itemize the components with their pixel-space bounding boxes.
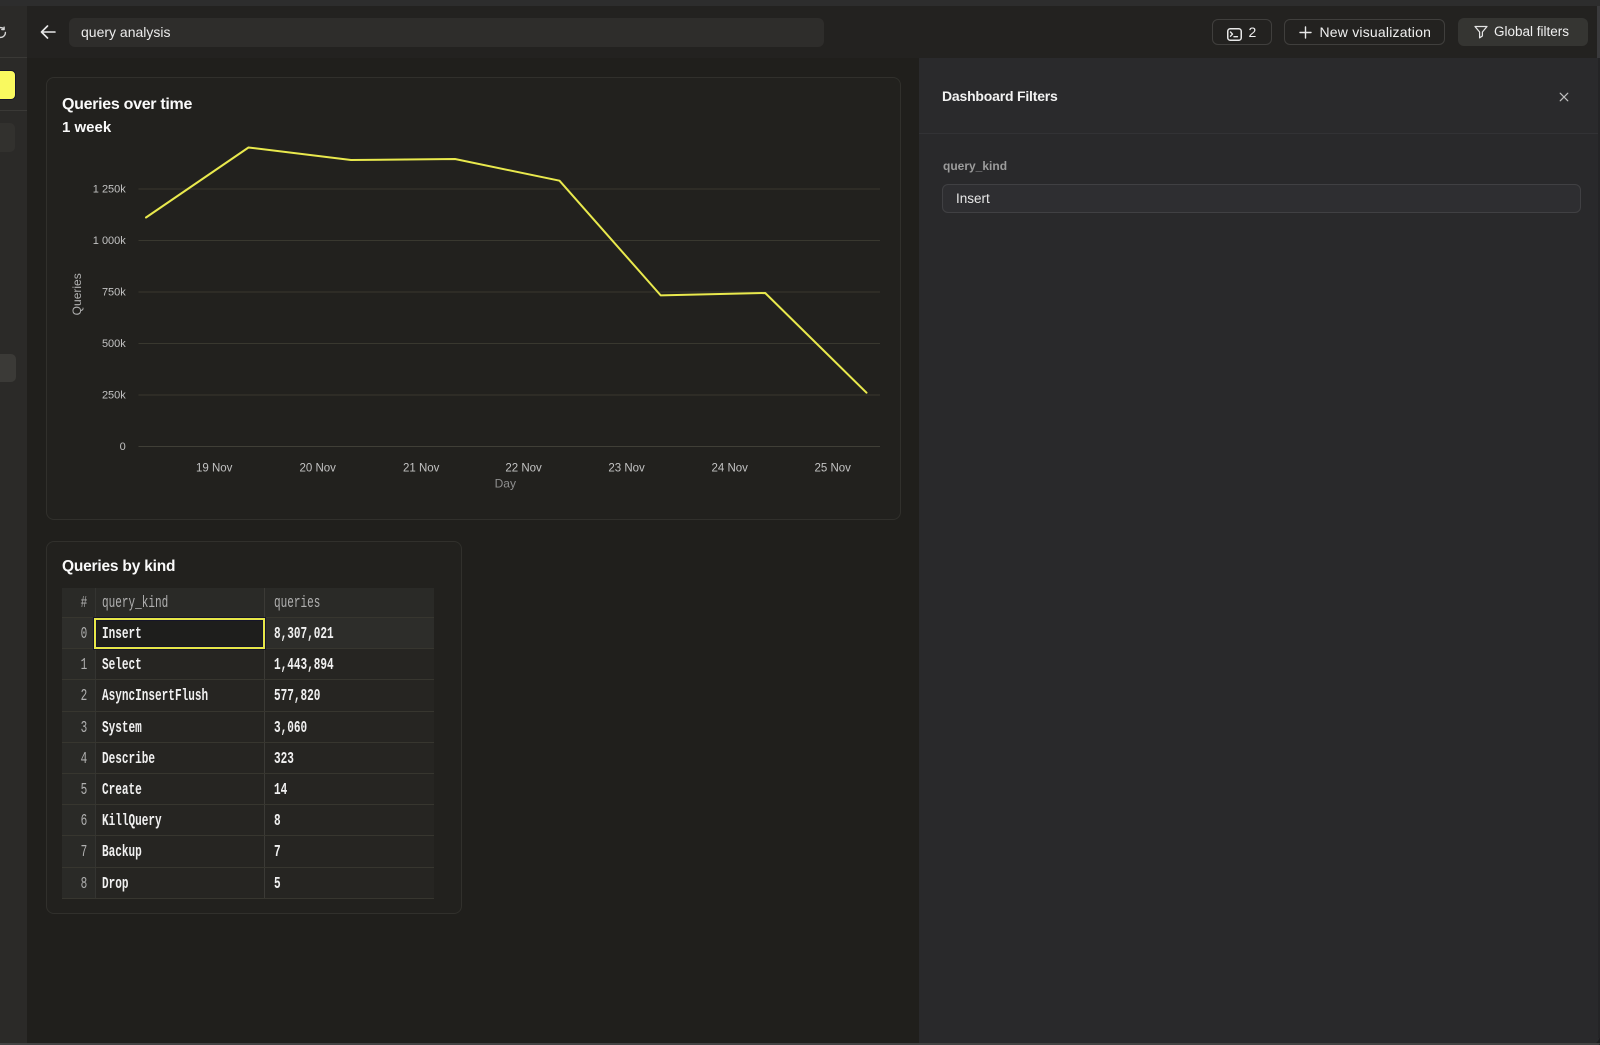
svg-text:Queries: Queries [70, 273, 84, 315]
svg-text:20 Nov: 20 Nov [299, 463, 336, 475]
svg-text:23 Nov: 23 Nov [608, 463, 645, 475]
svg-text:0: 0 [120, 441, 126, 453]
svg-text:19 Nov: 19 Nov [196, 463, 233, 475]
svg-text:Day: Day [495, 477, 516, 491]
svg-text:750k: 750k [102, 287, 126, 299]
svg-text:1 250k: 1 250k [93, 184, 127, 196]
svg-text:21 Nov: 21 Nov [403, 463, 440, 475]
svg-text:22 Nov: 22 Nov [505, 463, 542, 475]
svg-text:1 000k: 1 000k [93, 235, 127, 247]
svg-text:24 Nov: 24 Nov [711, 463, 748, 475]
svg-text:25 Nov: 25 Nov [814, 463, 851, 475]
svg-text:250k: 250k [102, 390, 126, 402]
svg-text:500k: 500k [102, 338, 126, 350]
